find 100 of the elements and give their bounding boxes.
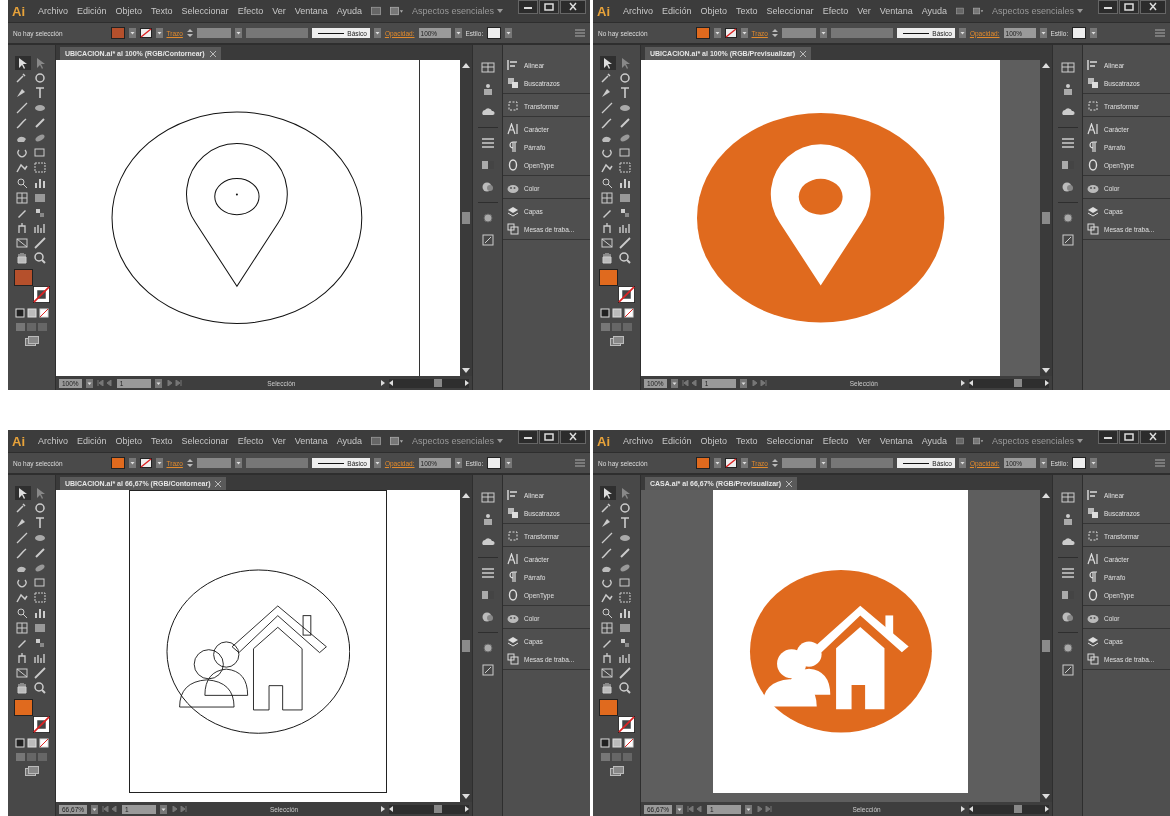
scroll-up-icon[interactable]: [1042, 493, 1050, 498]
dropdown-icon[interactable]: [745, 804, 753, 814]
dropdown-icon[interactable]: [454, 458, 462, 468]
menu-item[interactable]: Ventana: [879, 436, 913, 446]
horizontal-scrollbar[interactable]: [389, 378, 469, 388]
screen-mode-icon[interactable]: [24, 336, 39, 346]
dropdown-icon[interactable]: [819, 28, 827, 38]
first-previous-icons[interactable]: [102, 806, 119, 812]
no-stroke-swatch[interactable]: [139, 28, 152, 38]
style-swatch[interactable]: [487, 457, 502, 469]
vertical-scrollbar[interactable]: [1040, 490, 1052, 802]
minimize-icon[interactable]: [518, 0, 538, 14]
image-trace-icon[interactable]: [480, 663, 495, 677]
color-mode-icons[interactable]: [13, 308, 50, 318]
play-icon[interactable]: [381, 380, 385, 386]
style-swatch[interactable]: [1072, 27, 1087, 39]
stroke-weight-field[interactable]: [781, 28, 816, 38]
dropdown-icon[interactable]: [155, 458, 163, 468]
scroll-right-icon[interactable]: [465, 806, 469, 812]
menu-item[interactable]: Texto: [736, 6, 758, 16]
dropdown-icon[interactable]: [1039, 28, 1047, 38]
first-previous-icons[interactable]: [681, 380, 698, 386]
play-icon[interactable]: [961, 806, 965, 812]
workspace-switcher[interactable]: Aspectos esenciales: [991, 436, 1074, 446]
style-swatch[interactable]: [487, 27, 502, 39]
menu-item[interactable]: Edición: [662, 6, 692, 16]
scroll-right-icon[interactable]: [1045, 380, 1049, 386]
next-last-icons[interactable]: [165, 380, 182, 386]
maximize-icon[interactable]: [539, 0, 559, 14]
menu-item[interactable]: Efecto: [822, 6, 849, 16]
stroke-weight-field[interactable]: [781, 458, 816, 468]
vertical-scrollbar[interactable]: [1040, 60, 1052, 376]
no-stroke-swatch[interactable]: [32, 286, 50, 303]
dropdown-icon[interactable]: [740, 28, 748, 38]
grid-icon[interactable]: [480, 61, 495, 75]
circles-icon[interactable]: [480, 180, 495, 194]
dropdown-icon[interactable]: [85, 378, 93, 388]
stroke-lines-icon[interactable]: [480, 566, 495, 580]
grid-icon[interactable]: [1060, 491, 1075, 505]
dropdown-icon[interactable]: [739, 378, 747, 388]
fill-color-swatch[interactable]: [598, 269, 618, 286]
stroke-lines-icon[interactable]: [1060, 566, 1075, 580]
dropdown-icon[interactable]: [819, 458, 827, 468]
menu-item[interactable]: Objeto: [115, 6, 143, 16]
menu-item[interactable]: Objeto: [700, 436, 728, 446]
menu-item[interactable]: Efecto: [237, 436, 264, 446]
gradient-icon[interactable]: [480, 158, 495, 172]
scroll-left-icon[interactable]: [389, 380, 393, 386]
menu-item[interactable]: Ventana: [294, 436, 328, 446]
style-swatch[interactable]: [1072, 457, 1087, 469]
horizontal-scrollbar[interactable]: [969, 378, 1049, 388]
menu-item[interactable]: Ayuda: [921, 436, 948, 446]
horizontal-scrollbar[interactable]: [969, 804, 1049, 814]
dropdown-icon[interactable]: [1090, 28, 1098, 38]
dropdown-icon[interactable]: [713, 28, 721, 38]
no-stroke-swatch[interactable]: [139, 458, 152, 468]
no-stroke-swatch[interactable]: [32, 716, 50, 733]
dropdown-icon[interactable]: [713, 458, 721, 468]
scroll-left-icon[interactable]: [389, 806, 393, 812]
color-mode-icons[interactable]: [598, 308, 635, 318]
arrange-documents-icon[interactable]: [389, 436, 403, 446]
dropdown-icon[interactable]: [1039, 458, 1047, 468]
screen-mode-icon[interactable]: [24, 766, 39, 776]
menu-item[interactable]: Archivo: [623, 436, 653, 446]
menu-item[interactable]: Seleccionar: [181, 436, 229, 446]
fill-color-swatch[interactable]: [13, 269, 33, 286]
scroll-up-icon[interactable]: [462, 493, 470, 498]
close-icon[interactable]: [1140, 0, 1166, 14]
dropdown-icon[interactable]: [373, 28, 381, 38]
dropdown-icon[interactable]: [234, 458, 242, 468]
gradient-icon[interactable]: [1060, 158, 1075, 172]
dropdown-icon[interactable]: [505, 28, 513, 38]
menu-item[interactable]: Objeto: [700, 6, 728, 16]
stroke-weight-field[interactable]: [196, 28, 231, 38]
image-trace-icon[interactable]: [1060, 233, 1075, 247]
menu-item[interactable]: Archivo: [38, 6, 68, 16]
next-last-icons[interactable]: [171, 806, 188, 812]
scroll-thumb[interactable]: [1014, 378, 1022, 387]
next-last-icons[interactable]: [756, 806, 773, 812]
minimize-icon[interactable]: [1098, 0, 1118, 14]
horizontal-scrollbar[interactable]: [389, 804, 469, 814]
menu-item[interactable]: Texto: [151, 436, 173, 446]
color-mode-icons[interactable]: [13, 738, 50, 748]
grid-icon[interactable]: [1060, 61, 1075, 75]
menu-item[interactable]: Ventana: [294, 6, 328, 16]
workspace-switcher[interactable]: Aspectos esenciales: [411, 436, 494, 446]
menu-item[interactable]: Ayuda: [921, 6, 948, 16]
dropdown-icon[interactable]: [160, 804, 168, 814]
maximize-icon[interactable]: [1119, 0, 1139, 14]
play-icon[interactable]: [961, 380, 965, 386]
first-previous-icons[interactable]: [687, 806, 704, 812]
next-last-icons[interactable]: [750, 380, 767, 386]
menu-item[interactable]: Edición: [77, 436, 107, 446]
scroll-up-icon[interactable]: [1042, 63, 1050, 68]
minimize-icon[interactable]: [1098, 430, 1118, 444]
vertical-scrollbar[interactable]: [460, 60, 472, 376]
arrange-documents-icon[interactable]: [389, 6, 403, 16]
scroll-left-icon[interactable]: [969, 806, 973, 812]
stroke-lines-icon[interactable]: [1060, 136, 1075, 150]
spinner-icon[interactable]: [186, 28, 193, 38]
